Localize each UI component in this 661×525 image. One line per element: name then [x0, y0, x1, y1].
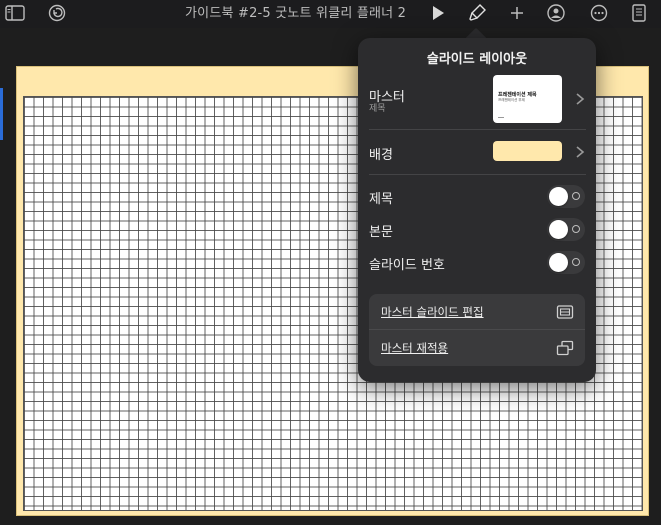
top-toolbar: 가이드북 #2-5 굿노트 위클리 플래너 2: [0, 0, 661, 28]
master-sublabel: 제목: [369, 104, 386, 114]
toggle-knob: [549, 187, 568, 206]
undo-icon[interactable]: [46, 3, 68, 23]
format-brush-icon[interactable]: [466, 3, 488, 23]
slide-number-toggle[interactable]: [547, 251, 585, 274]
toggle-knob: [549, 253, 568, 272]
chevron-right-icon[interactable]: [574, 145, 586, 159]
edit-master-slides-label: 마스터 슬라이드 편집: [381, 305, 484, 319]
chevron-right-icon[interactable]: [574, 92, 586, 106]
toggle-off-icon: [572, 258, 580, 266]
document-title[interactable]: 가이드북 #2-5 굿노트 위클리 플래너 2: [185, 2, 406, 21]
background-label: 배경: [369, 148, 393, 163]
thumbnail-subtitle: 프레젠테이션 부제: [498, 98, 525, 102]
document-icon[interactable]: [628, 3, 650, 23]
title-toggle[interactable]: [547, 185, 585, 208]
sidebar-icon[interactable]: [4, 3, 26, 23]
background-color-swatch[interactable]: [493, 141, 562, 161]
divider: [369, 129, 586, 130]
divider: [369, 174, 586, 175]
toggle-off-icon: [572, 192, 580, 200]
master-thumbnail[interactable]: 프레젠테이션 제목 프레젠테이션 부제: [493, 75, 562, 123]
collaborate-icon[interactable]: [545, 3, 567, 23]
slide-layout-popover: 슬라이드 레이아웃 마스터 제목 프레젠테이션 제목 프레젠테이션 부제 배경 …: [358, 38, 596, 382]
slide-number-toggle-label: 슬라이드 번호: [369, 258, 445, 273]
body-toggle-label: 본문: [369, 225, 393, 240]
add-icon[interactable]: [506, 3, 528, 23]
body-toggle[interactable]: [547, 218, 585, 241]
edit-master-slides-button[interactable]: 마스터 슬라이드 편집: [369, 294, 585, 330]
reapply-master-icon: [556, 340, 574, 356]
reapply-master-button[interactable]: 마스터 재적용: [369, 330, 585, 366]
play-icon[interactable]: [427, 3, 449, 23]
toggle-off-icon: [572, 225, 580, 233]
thumbnail-title: 프레젠테이션 제목: [498, 92, 537, 98]
master-actions-group: 마스터 슬라이드 편집 마스터 재적용: [369, 294, 585, 366]
reapply-master-label: 마스터 재적용: [381, 341, 449, 355]
slide-selection-indicator: [0, 88, 3, 140]
toggle-knob: [549, 220, 568, 239]
thumbnail-footer-mark: [498, 117, 504, 118]
popover-title: 슬라이드 레이아웃: [426, 52, 528, 67]
edit-master-icon: [556, 305, 574, 319]
title-toggle-label: 제목: [369, 192, 393, 207]
more-icon[interactable]: [588, 3, 610, 23]
